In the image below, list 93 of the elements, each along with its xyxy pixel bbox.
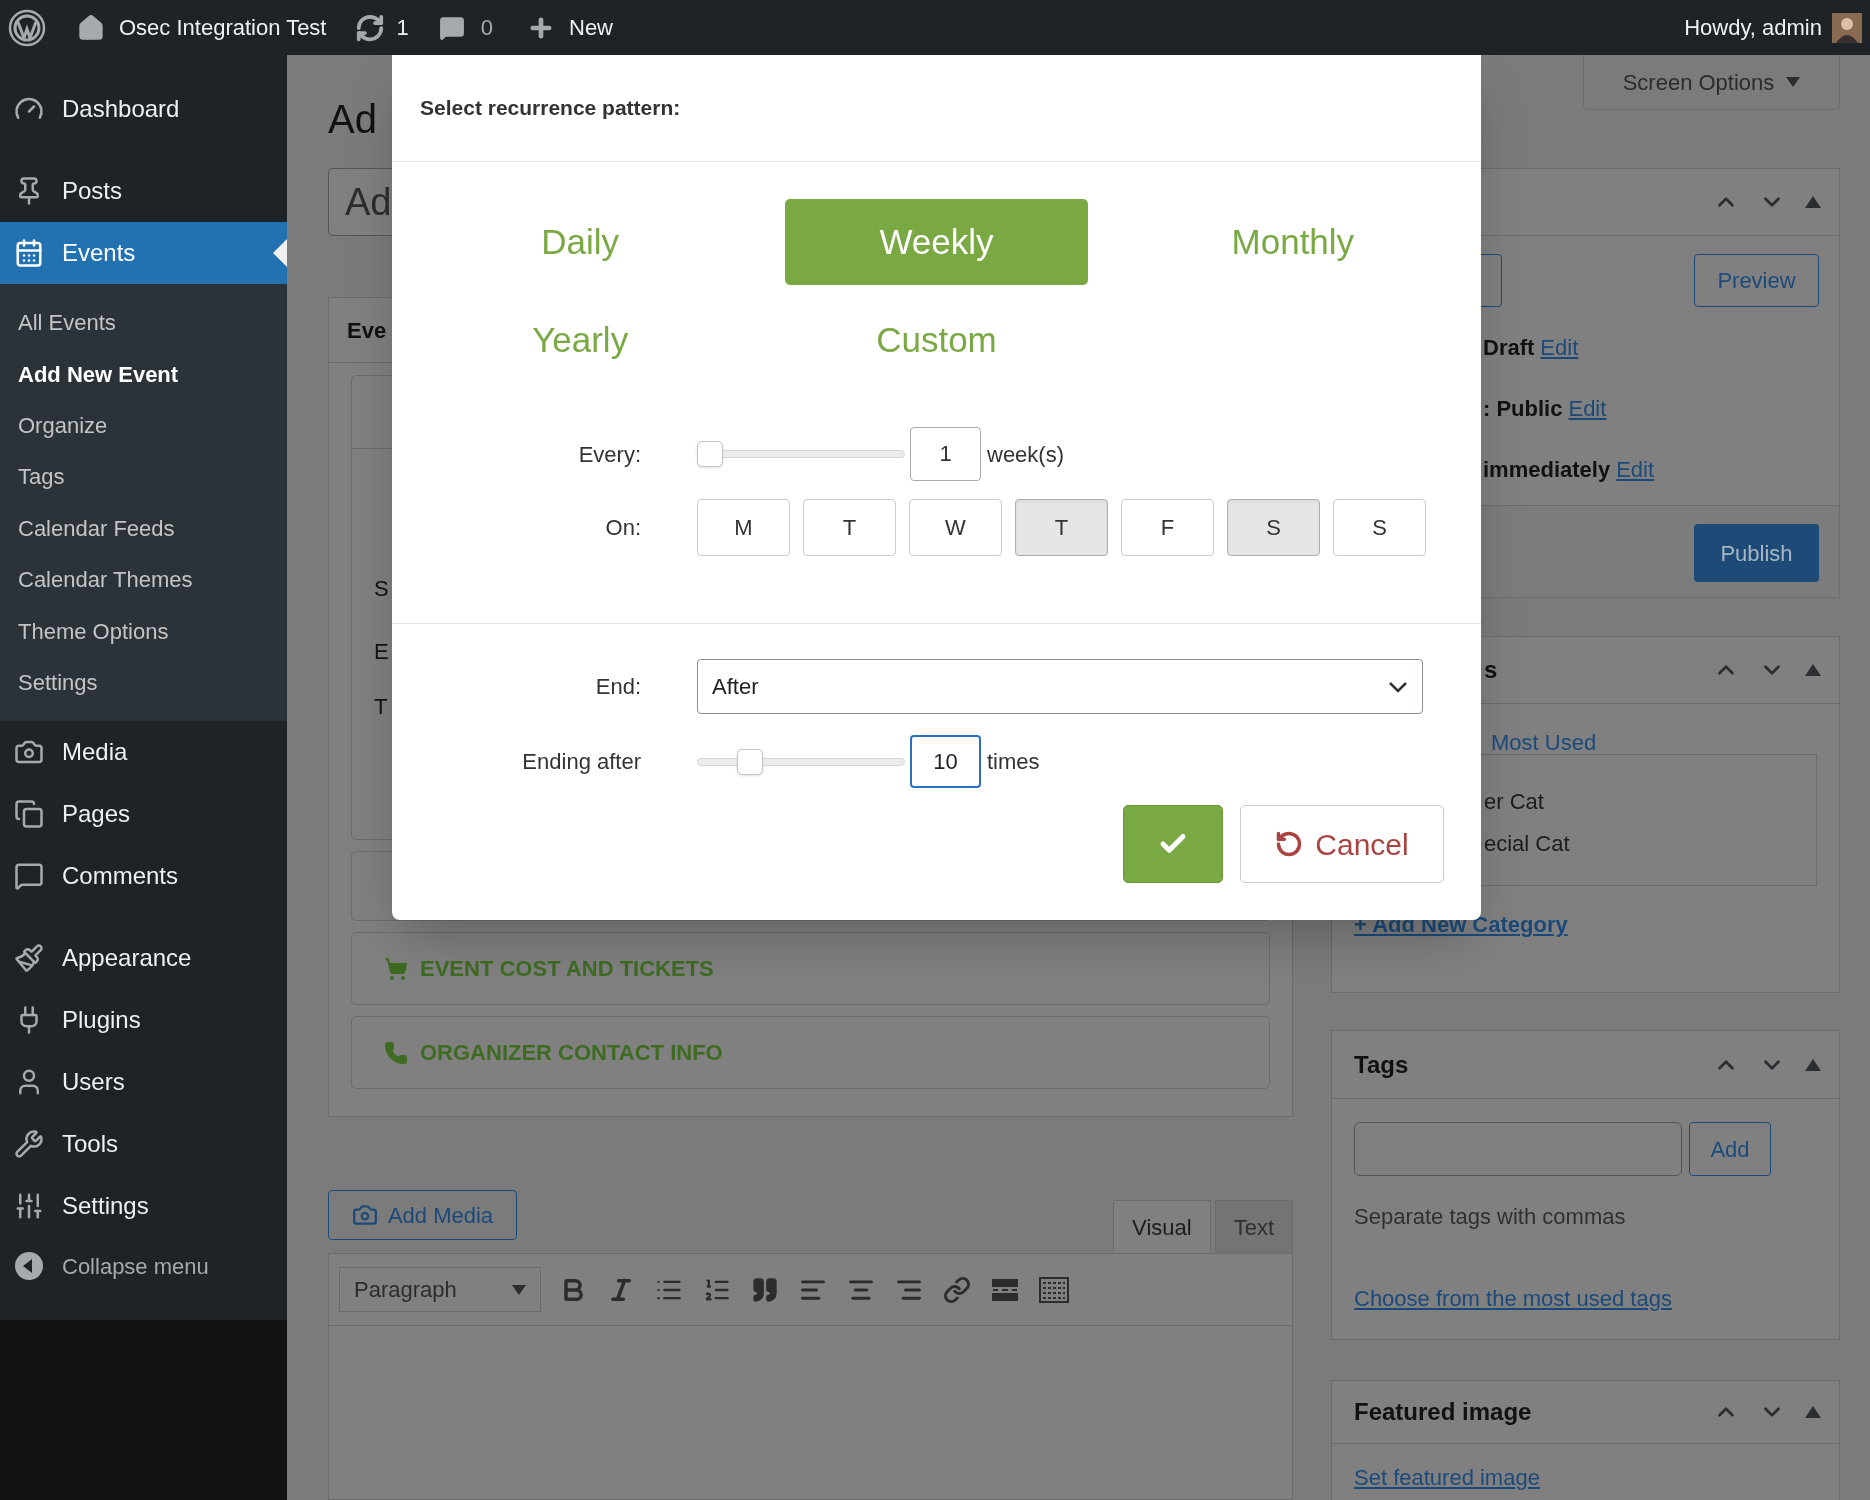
comment-icon[interactable]: [438, 14, 465, 41]
sidebar-item[interactable]: Appearance: [0, 927, 287, 990]
pointer-icon: [273, 239, 287, 267]
collapse-icon: [14, 1251, 44, 1282]
publish-button[interactable]: Publish: [1694, 524, 1819, 582]
sidebar-item[interactable]: Posts: [0, 160, 287, 222]
sidebar-item[interactable]: Pages: [0, 783, 287, 846]
collapse-icon[interactable]: [1805, 1406, 1821, 1418]
field-label: Every:: [577, 440, 641, 469]
link-icon[interactable]: [943, 1275, 971, 1304]
box-title: Tags: [1354, 1049, 1409, 1080]
submenu-item[interactable]: All Events: [0, 297, 287, 349]
field-label: S: [374, 575, 390, 603]
comment-icon: [14, 861, 44, 892]
undo-icon: [1275, 830, 1304, 858]
home-icon[interactable]: [77, 13, 105, 42]
toolbar-toggle-icon[interactable]: [1039, 1276, 1069, 1303]
sidebar-item[interactable]: Settings: [0, 1175, 287, 1238]
collapse-icon[interactable]: [1805, 664, 1821, 676]
caret-icon: [1786, 77, 1801, 87]
page-title: Ad: [328, 97, 377, 141]
collapse-icon[interactable]: [1805, 1058, 1821, 1071]
comments-count[interactable]: 0: [480, 11, 493, 44]
unit-label: week(s): [987, 440, 1064, 469]
box-title: Eve: [347, 316, 387, 345]
day-toggle[interactable]: M: [697, 499, 790, 556]
field-label: E: [374, 638, 390, 666]
day-toggle[interactable]: T: [803, 499, 896, 556]
category-label: er Cat: [1484, 788, 1545, 816]
sidebar-item[interactable]: Users: [0, 1051, 287, 1114]
interval-input[interactable]: 1: [910, 427, 981, 481]
slider[interactable]: [697, 441, 905, 467]
status-value: immediately: [1483, 456, 1611, 484]
chevron-down-icon: [1388, 680, 1408, 693]
quote-icon[interactable]: [751, 1275, 779, 1304]
read-more-icon[interactable]: [991, 1277, 1019, 1302]
cart-icon: [384, 956, 408, 981]
updates-icon[interactable]: [354, 12, 385, 43]
box-title: s: [1484, 655, 1498, 685]
slider-thumb[interactable]: [737, 748, 764, 775]
confirm-button[interactable]: [1123, 805, 1223, 883]
paintbrush-icon: [14, 943, 44, 974]
submenu-item[interactable]: Add New Event: [0, 348, 287, 400]
format-select[interactable]: Paragraph: [339, 1267, 541, 1312]
day-toggle[interactable]: S: [1227, 499, 1320, 556]
sidebar-item[interactable]: Comments: [0, 845, 287, 908]
submenu-item[interactable]: Calendar Themes: [0, 553, 287, 606]
submenu-item[interactable]: Theme Options: [0, 605, 287, 657]
editor-tab[interactable]: Visual: [1113, 1200, 1211, 1253]
sidebar-item[interactable]: Events: [0, 222, 287, 284]
category-label: ecial Cat: [1484, 830, 1571, 858]
site-name[interactable]: Osec Integration Test: [119, 11, 327, 44]
sidebar-item[interactable]: Tools: [0, 1113, 287, 1176]
sidebar-item[interactable]: Dashboard: [0, 78, 287, 140]
day-toggle[interactable]: S: [1333, 499, 1426, 556]
sidebar-item[interactable]: Plugins: [0, 989, 287, 1052]
phone-icon: [384, 1040, 408, 1065]
caret-icon: [512, 1284, 526, 1295]
sidebar-item[interactable]: Media: [0, 721, 287, 784]
count-input[interactable]: 10: [910, 735, 981, 788]
logo-icon[interactable]: [8, 8, 46, 47]
field-label: T: [374, 693, 389, 721]
collapse-icon[interactable]: [1805, 196, 1821, 208]
status-value: : Public: [1483, 395, 1563, 423]
tag-input[interactable]: [1354, 1122, 1682, 1176]
submenu-item[interactable]: Organize: [0, 399, 287, 452]
updates-count[interactable]: 1: [396, 11, 409, 44]
day-toggle[interactable]: T: [1015, 499, 1108, 556]
day-toggle[interactable]: F: [1121, 499, 1214, 556]
field-label: On:: [604, 514, 641, 542]
hint-text: Separate tags with commas: [1353, 1203, 1627, 1231]
slider[interactable]: [697, 748, 905, 775]
box-title: Featured image: [1354, 1397, 1532, 1427]
slider-thumb[interactable]: [697, 441, 723, 467]
status-value: Draft: [1483, 334, 1535, 362]
camera-icon: [351, 1202, 378, 1228]
day-toggle[interactable]: W: [909, 499, 1002, 556]
avatar[interactable]: [1832, 12, 1862, 43]
submenu-item[interactable]: Tags: [0, 451, 287, 503]
new-link[interactable]: New: [569, 11, 613, 44]
greeting[interactable]: Howdy, admin: [1684, 11, 1822, 44]
submenu-item[interactable]: Calendar Feeds: [0, 502, 287, 554]
wrench-icon: [14, 1129, 44, 1160]
unit-label: times: [987, 748, 1040, 776]
collapse-menu[interactable]: Collapse menu: [0, 1237, 287, 1296]
field-label: End:: [594, 673, 641, 701]
calendar-icon: [14, 238, 44, 268]
pages-icon: [14, 799, 44, 830]
dialog-title: Select recurrence pattern:: [420, 95, 681, 122]
end-select[interactable]: After: [697, 659, 1423, 714]
submenu-item[interactable]: Settings: [0, 656, 287, 709]
field-label: Ending after: [521, 748, 641, 776]
cancel-button[interactable]: Cancel: [1240, 805, 1444, 883]
